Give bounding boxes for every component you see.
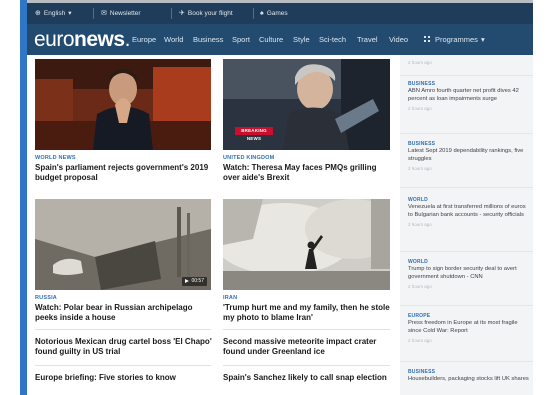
sidebar-headline[interactable]: Latest Sept 2019 dependability rankings,… [408, 148, 530, 163]
nav-item-programmes[interactable]: Programmes ▾ [435, 34, 485, 45]
mail-icon: ✉ [101, 10, 107, 17]
sidebar-timestamp: 2 hours ago [408, 338, 432, 343]
sidebar-news-item[interactable]: EUROPE Press freedom in Europe at its mo… [408, 313, 530, 344]
sidebar-news-item[interactable]: BUSINESS Latest Sept 2019 dependability … [408, 141, 530, 172]
breaking-news-badge: BREAKING NEWS [235, 127, 273, 141]
sidebar-headline[interactable]: Trump to sign border security deal to av… [408, 266, 530, 281]
divider [35, 329, 211, 330]
spain-parliament-photo [35, 59, 211, 150]
logo-dot: . [124, 28, 131, 51]
story-category[interactable]: IRAN [223, 295, 237, 302]
sidebar-timestamp: 2 hours ago [408, 60, 432, 65]
sidebar-thumb-placeholder: 2 hours ago [408, 59, 530, 66]
nav-item-video[interactable]: Video [389, 34, 408, 45]
sidebar-timestamp: 2 hours ago [408, 166, 432, 171]
book-flight-link[interactable]: ✈ Book your flight [179, 7, 233, 20]
programmes-label: Programmes [435, 35, 478, 44]
sidebar-timestamp: 2 hours ago [408, 106, 432, 111]
story-headline[interactable]: 'Trump hurt me and my family, then he st… [223, 303, 395, 323]
sidebar-headline[interactable]: ABN Amro fourth quarter net profit dives… [408, 88, 530, 103]
latest-news-sidebar: 2 hours ago BUSINESS ABN Amro fourth qua… [400, 55, 533, 395]
language-selector[interactable]: ⊕ English ▾ [35, 7, 71, 20]
video-duration-badge: 00:57 [182, 277, 207, 286]
divider [400, 361, 533, 362]
sidebar-category: BUSINESS [408, 369, 436, 375]
story-headline[interactable]: Watch: Polar bear in Russian archipelago… [35, 303, 215, 323]
divider [253, 8, 254, 19]
sidebar-category: EUROPE [408, 313, 431, 319]
utility-bar: ⊕ English ▾ ✉ Newsletter ✈ Book your flight … [27, 3, 533, 24]
book-flight-label: Book your flight [187, 10, 233, 17]
divider [400, 133, 533, 134]
story-headline[interactable]: Spain's parliament rejects government's … [35, 163, 215, 183]
sidebar-category: WORLD [408, 259, 428, 265]
grid-icon [424, 36, 431, 43]
nav-item-sport[interactable]: Sport [232, 34, 250, 45]
nav-item-sci-tech[interactable]: Sci-tech [319, 34, 346, 45]
sidebar-news-item[interactable]: WORLD Trump to sign border security deal… [408, 259, 530, 290]
nav-item-europe[interactable]: Europe [132, 34, 156, 45]
sidebar-category: BUSINESS [408, 81, 436, 87]
nav-item-world[interactable]: World [164, 34, 183, 45]
sidebar-timestamp: 2 hours ago [408, 222, 432, 227]
divider [400, 75, 533, 76]
divider [223, 329, 390, 330]
games-label: Games [266, 10, 288, 17]
nav-item-travel[interactable]: Travel [357, 34, 378, 45]
nav-item-style[interactable]: Style [293, 34, 310, 45]
story-category[interactable]: UNITED KINGDOM [223, 155, 274, 162]
caret-down-icon: ▾ [480, 35, 485, 44]
chevron-down-icon: ▾ [68, 10, 72, 17]
divider [93, 8, 94, 19]
sidebar-headline[interactable]: Housebuilders, packaging stocks lift UK … [408, 376, 530, 384]
gamepad-icon: ♠ [260, 10, 264, 17]
sidebar-news-item[interactable]: WORLD Venezuela at first transferred mil… [408, 197, 530, 228]
divider [35, 365, 211, 366]
sidebar-news-item[interactable]: BUSINESS ABN Amro fourth quarter net pro… [408, 81, 530, 112]
story-category[interactable]: WORLD NEWS [35, 155, 76, 162]
euronews-page: ⊕ English ▾ ✉ Newsletter ✈ Book your flight … [27, 3, 533, 395]
frame-strip [20, 0, 27, 395]
main-navigation: euronews. Europe World Business Sport Cu… [27, 24, 533, 55]
story-image-spain-pm[interactable] [35, 59, 211, 150]
story-headline[interactable]: Europe briefing: Five stories to know [35, 373, 215, 383]
sidebar-timestamp: 2 hours ago [408, 284, 432, 289]
story-image-polar-bear[interactable]: 00:57 [35, 199, 211, 290]
story-headline[interactable]: Watch: Theresa May faces PMQs grilling o… [223, 163, 395, 183]
story-image-iran-protest[interactable] [223, 199, 390, 290]
newsletter-label: Newsletter [109, 10, 141, 17]
plane-icon: ✈ [179, 10, 185, 17]
nav-item-business[interactable]: Business [193, 34, 223, 45]
divider [223, 365, 390, 366]
divider [400, 187, 533, 188]
play-icon [185, 278, 190, 283]
story-headline[interactable]: Second massive meteorite impact crater f… [223, 337, 395, 357]
euronews-logo[interactable]: euronews. [34, 29, 130, 50]
video-duration: 00:57 [191, 278, 204, 284]
sidebar-category: BUSINESS [408, 141, 436, 147]
sidebar-headline[interactable]: Venezuela at first transferred millions … [408, 204, 530, 219]
iran-protest-photo [223, 199, 390, 290]
sidebar-news-item[interactable]: BUSINESS Housebuilders, packaging stocks… [408, 369, 530, 384]
nav-item-culture[interactable]: Culture [259, 34, 283, 45]
language-label: English [43, 10, 66, 17]
right-margin [533, 0, 556, 395]
divider [400, 305, 533, 306]
logo-text-light: euro [34, 28, 75, 51]
story-category[interactable]: RUSSIA [35, 295, 57, 302]
sidebar-headline[interactable]: Press freedom in Europe at its most frag… [408, 320, 530, 335]
story-headline[interactable]: Spain's Sanchez likely to call snap elec… [223, 373, 395, 383]
story-headline[interactable]: Notorious Mexican drug cartel boss 'El C… [35, 337, 215, 357]
globe-icon: ⊕ [35, 10, 41, 17]
sidebar-category: WORLD [408, 197, 428, 203]
story-image-theresa-may[interactable]: BREAKING NEWS [223, 59, 390, 150]
games-link[interactable]: ♠ Games [260, 7, 288, 20]
newsletter-link[interactable]: ✉ Newsletter [101, 7, 141, 20]
logo-text-bold: news [74, 28, 125, 51]
left-margin [0, 0, 20, 395]
divider [171, 8, 172, 19]
divider [400, 251, 533, 252]
